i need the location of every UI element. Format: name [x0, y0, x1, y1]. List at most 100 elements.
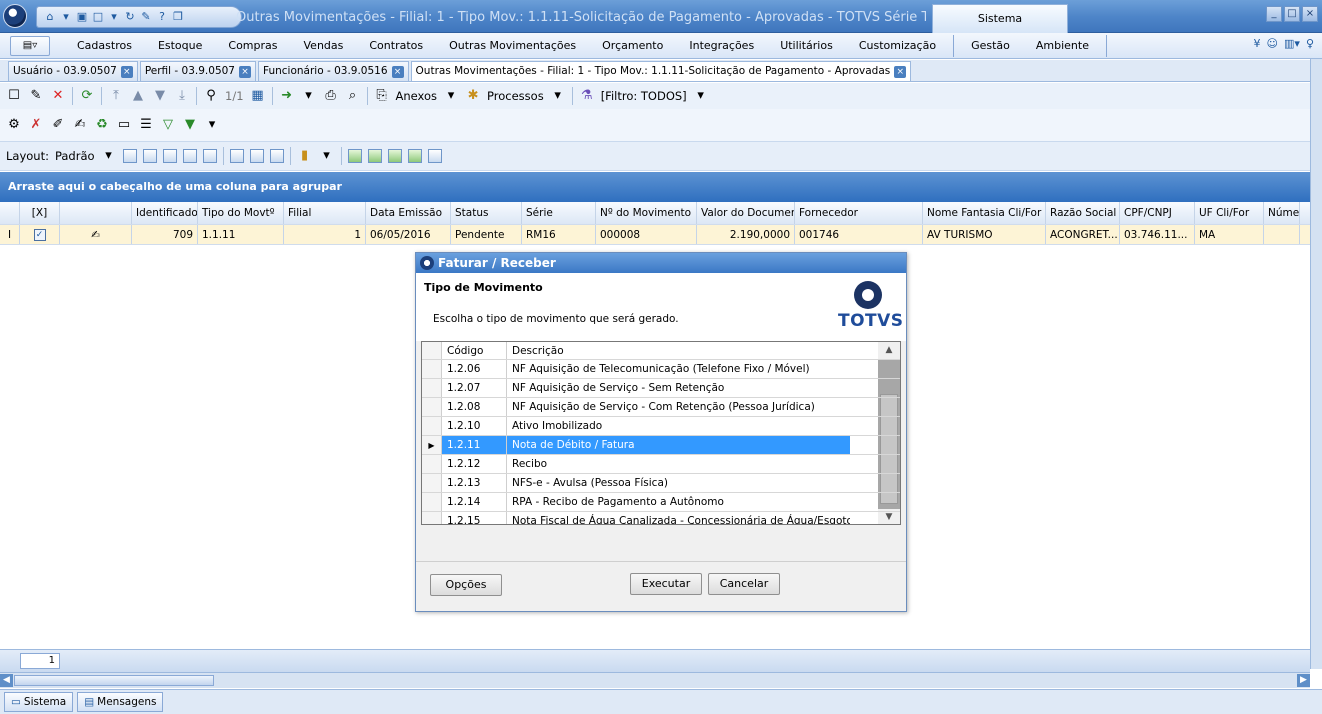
column-header[interactable]: Data Emissão — [366, 202, 451, 224]
list-item[interactable]: 1.2.10 Ativo Imobilizado — [422, 417, 900, 436]
dropdown-icon[interactable]: ▾ — [693, 88, 709, 104]
menu-orcamento[interactable]: Orçamento — [589, 39, 676, 52]
text-icon[interactable] — [427, 149, 442, 163]
list-item[interactable]: 1.2.14 RPA - Recibo de Pagamento a Autôn… — [422, 493, 900, 512]
filter-button[interactable]: [Filtro: TODOS] — [601, 89, 687, 103]
dropdown-icon[interactable]: ▾ — [301, 88, 317, 104]
refresh-icon[interactable]: ⟳ — [79, 88, 95, 104]
options-button[interactable]: Opções — [430, 574, 502, 596]
doc-tab-perfil[interactable]: Perfil - 03.9.0507 × — [139, 61, 256, 81]
dropdown-icon[interactable]: ▾ — [204, 117, 220, 133]
column-header-descricao[interactable]: Descrição — [507, 342, 850, 359]
execute-button[interactable]: Executar — [630, 573, 702, 595]
list-item[interactable]: 1.2.12 Recibo — [422, 455, 900, 474]
list-icon[interactable]: ☰ — [138, 117, 154, 133]
new-icon[interactable]: ☐ — [6, 88, 22, 104]
next-record-icon[interactable]: ▼ — [152, 88, 168, 104]
layout-icon[interactable]: ▥▾ — [1284, 37, 1300, 50]
column-header[interactable]: Razão Social — [1046, 202, 1120, 224]
right-side-panel[interactable] — [1310, 59, 1322, 669]
column-header[interactable]: Filial — [284, 202, 366, 224]
save-icon[interactable]: ▣ — [75, 10, 89, 24]
group-by-area[interactable]: Arraste aqui o cabeçalho de uma coluna p… — [0, 172, 1310, 202]
doc-tab-usuario[interactable]: Usuário - 03.9.0507 × — [8, 61, 138, 81]
preview-icon[interactable]: ⌕ — [345, 88, 361, 104]
column-header[interactable]: Tipo do Movtº — [198, 202, 284, 224]
scroll-left-icon[interactable]: ◀ — [0, 674, 13, 687]
column-header[interactable]: Nome Fantasia Cli/For — [923, 202, 1046, 224]
help-icon[interactable]: ☺ — [1267, 37, 1278, 50]
status-tab-mensagens[interactable]: ▤ Mensagens — [77, 692, 164, 712]
minimize-icon[interactable]: _ — [1266, 6, 1282, 22]
menu-integracoes[interactable]: Integrações — [676, 39, 767, 52]
refresh-icon[interactable]: ↻ — [123, 10, 137, 24]
processos-button[interactable]: Processos — [487, 89, 544, 103]
view-icon[interactable] — [367, 149, 382, 163]
tools-icon[interactable]: ✎ — [139, 10, 153, 24]
menu-ambiente[interactable]: Ambiente — [1023, 39, 1102, 52]
menu-vendas[interactable]: Vendas — [291, 39, 357, 52]
binoculars-icon[interactable]: ⚲ — [203, 88, 219, 104]
dropdown-icon[interactable]: ▾ — [550, 88, 566, 104]
column-header-codigo[interactable]: Código — [442, 342, 507, 359]
menu-compras[interactable]: Compras — [215, 39, 290, 52]
cancel-button[interactable]: Cancelar — [708, 573, 780, 595]
scrollbar-thumb[interactable] — [14, 675, 214, 686]
dropdown-icon[interactable]: ▾ — [59, 10, 73, 24]
menu-utilitarios[interactable]: Utilitários — [767, 39, 846, 52]
pencil-icon[interactable]: ✐ — [50, 117, 66, 133]
column-header[interactable]: CPF/CNPJ — [1120, 202, 1195, 224]
calendar-icon[interactable]: ▦ — [250, 88, 266, 104]
menu-estoque[interactable]: Estoque — [145, 39, 215, 52]
column-header[interactable]: Valor do Documento — [697, 202, 795, 224]
hint-icon[interactable]: ♀ — [1306, 37, 1314, 50]
document-icon[interactable]: ▭ — [116, 117, 132, 133]
sum-icon[interactable] — [249, 149, 264, 163]
menu-outras-movimentacoes[interactable]: Outras Movimentações — [436, 39, 589, 52]
filter-green-icon[interactable]: ▼ — [182, 117, 198, 133]
list-item[interactable]: 1.2.07 NF Aquisição de Serviço - Sem Ret… — [422, 379, 900, 398]
close-tab-icon[interactable]: × — [238, 65, 251, 78]
column-header[interactable]: [X] — [20, 202, 60, 224]
list-item[interactable]: 1.2.08 NF Aquisição de Serviço - Com Ret… — [422, 398, 900, 417]
column-header[interactable]: Número — [1264, 202, 1300, 224]
layout-grid-icon[interactable] — [162, 149, 177, 163]
column-header[interactable]: Identificador — [132, 202, 198, 224]
doc-tab-funcionario[interactable]: Funcionário - 03.9.0516 × — [257, 61, 409, 81]
close-tab-icon[interactable]: × — [120, 65, 133, 78]
layout-load-icon[interactable] — [142, 149, 157, 163]
collapse-ribbon-icon[interactable]: ¥ — [1254, 37, 1261, 50]
last-record-icon[interactable]: ⤓ — [174, 88, 190, 104]
row-checkbox[interactable]: ✓ — [20, 225, 60, 244]
faturar-icon[interactable]: ⚙ — [6, 117, 22, 133]
close-icon[interactable]: × — [1302, 6, 1318, 22]
edit-icon[interactable]: ✎ — [28, 88, 44, 104]
processes-icon[interactable]: ✱ — [465, 88, 481, 104]
home-icon[interactable]: ⌂ — [43, 10, 57, 24]
print-icon[interactable]: ⎙ — [323, 88, 339, 104]
layout-export-icon[interactable] — [182, 149, 197, 163]
attachment-icon[interactable]: ⎘ — [374, 88, 390, 104]
scroll-right-icon[interactable]: ▶ — [1297, 674, 1310, 687]
menu-cadastros[interactable]: Cadastros — [64, 39, 145, 52]
group-icon[interactable] — [229, 149, 244, 163]
copy-movement-icon[interactable]: ♻ — [94, 117, 110, 133]
column-header[interactable]: Fornecedor — [795, 202, 923, 224]
previous-record-icon[interactable]: ▲ — [130, 88, 146, 104]
edit-pencil-icon[interactable]: ✍ — [60, 225, 132, 244]
list-item-selected[interactable]: ▶ 1.2.11 Nota de Débito / Fatura — [422, 436, 900, 455]
first-record-icon[interactable]: ⤒ — [108, 88, 124, 104]
layout-select[interactable]: Padrão — [55, 149, 95, 163]
maximize-icon[interactable]: □ — [1284, 6, 1300, 22]
chart-icon[interactable]: ▮ — [297, 148, 313, 164]
view-icon[interactable] — [347, 149, 362, 163]
menu-customizacao[interactable]: Customização — [846, 39, 949, 52]
column-header[interactable]: Status — [451, 202, 522, 224]
menu-contratos[interactable]: Contratos — [356, 39, 436, 52]
copy-icon[interactable]: ❐ — [171, 10, 185, 24]
context-tab-sistema[interactable]: Sistema — [932, 4, 1068, 33]
dropdown-icon[interactable]: ▾ — [101, 148, 117, 164]
app-menu-button[interactable]: ▤▿ — [10, 35, 50, 56]
menu-gestao[interactable]: Gestão — [958, 39, 1023, 52]
dropdown-icon[interactable]: ▾ — [319, 148, 335, 164]
